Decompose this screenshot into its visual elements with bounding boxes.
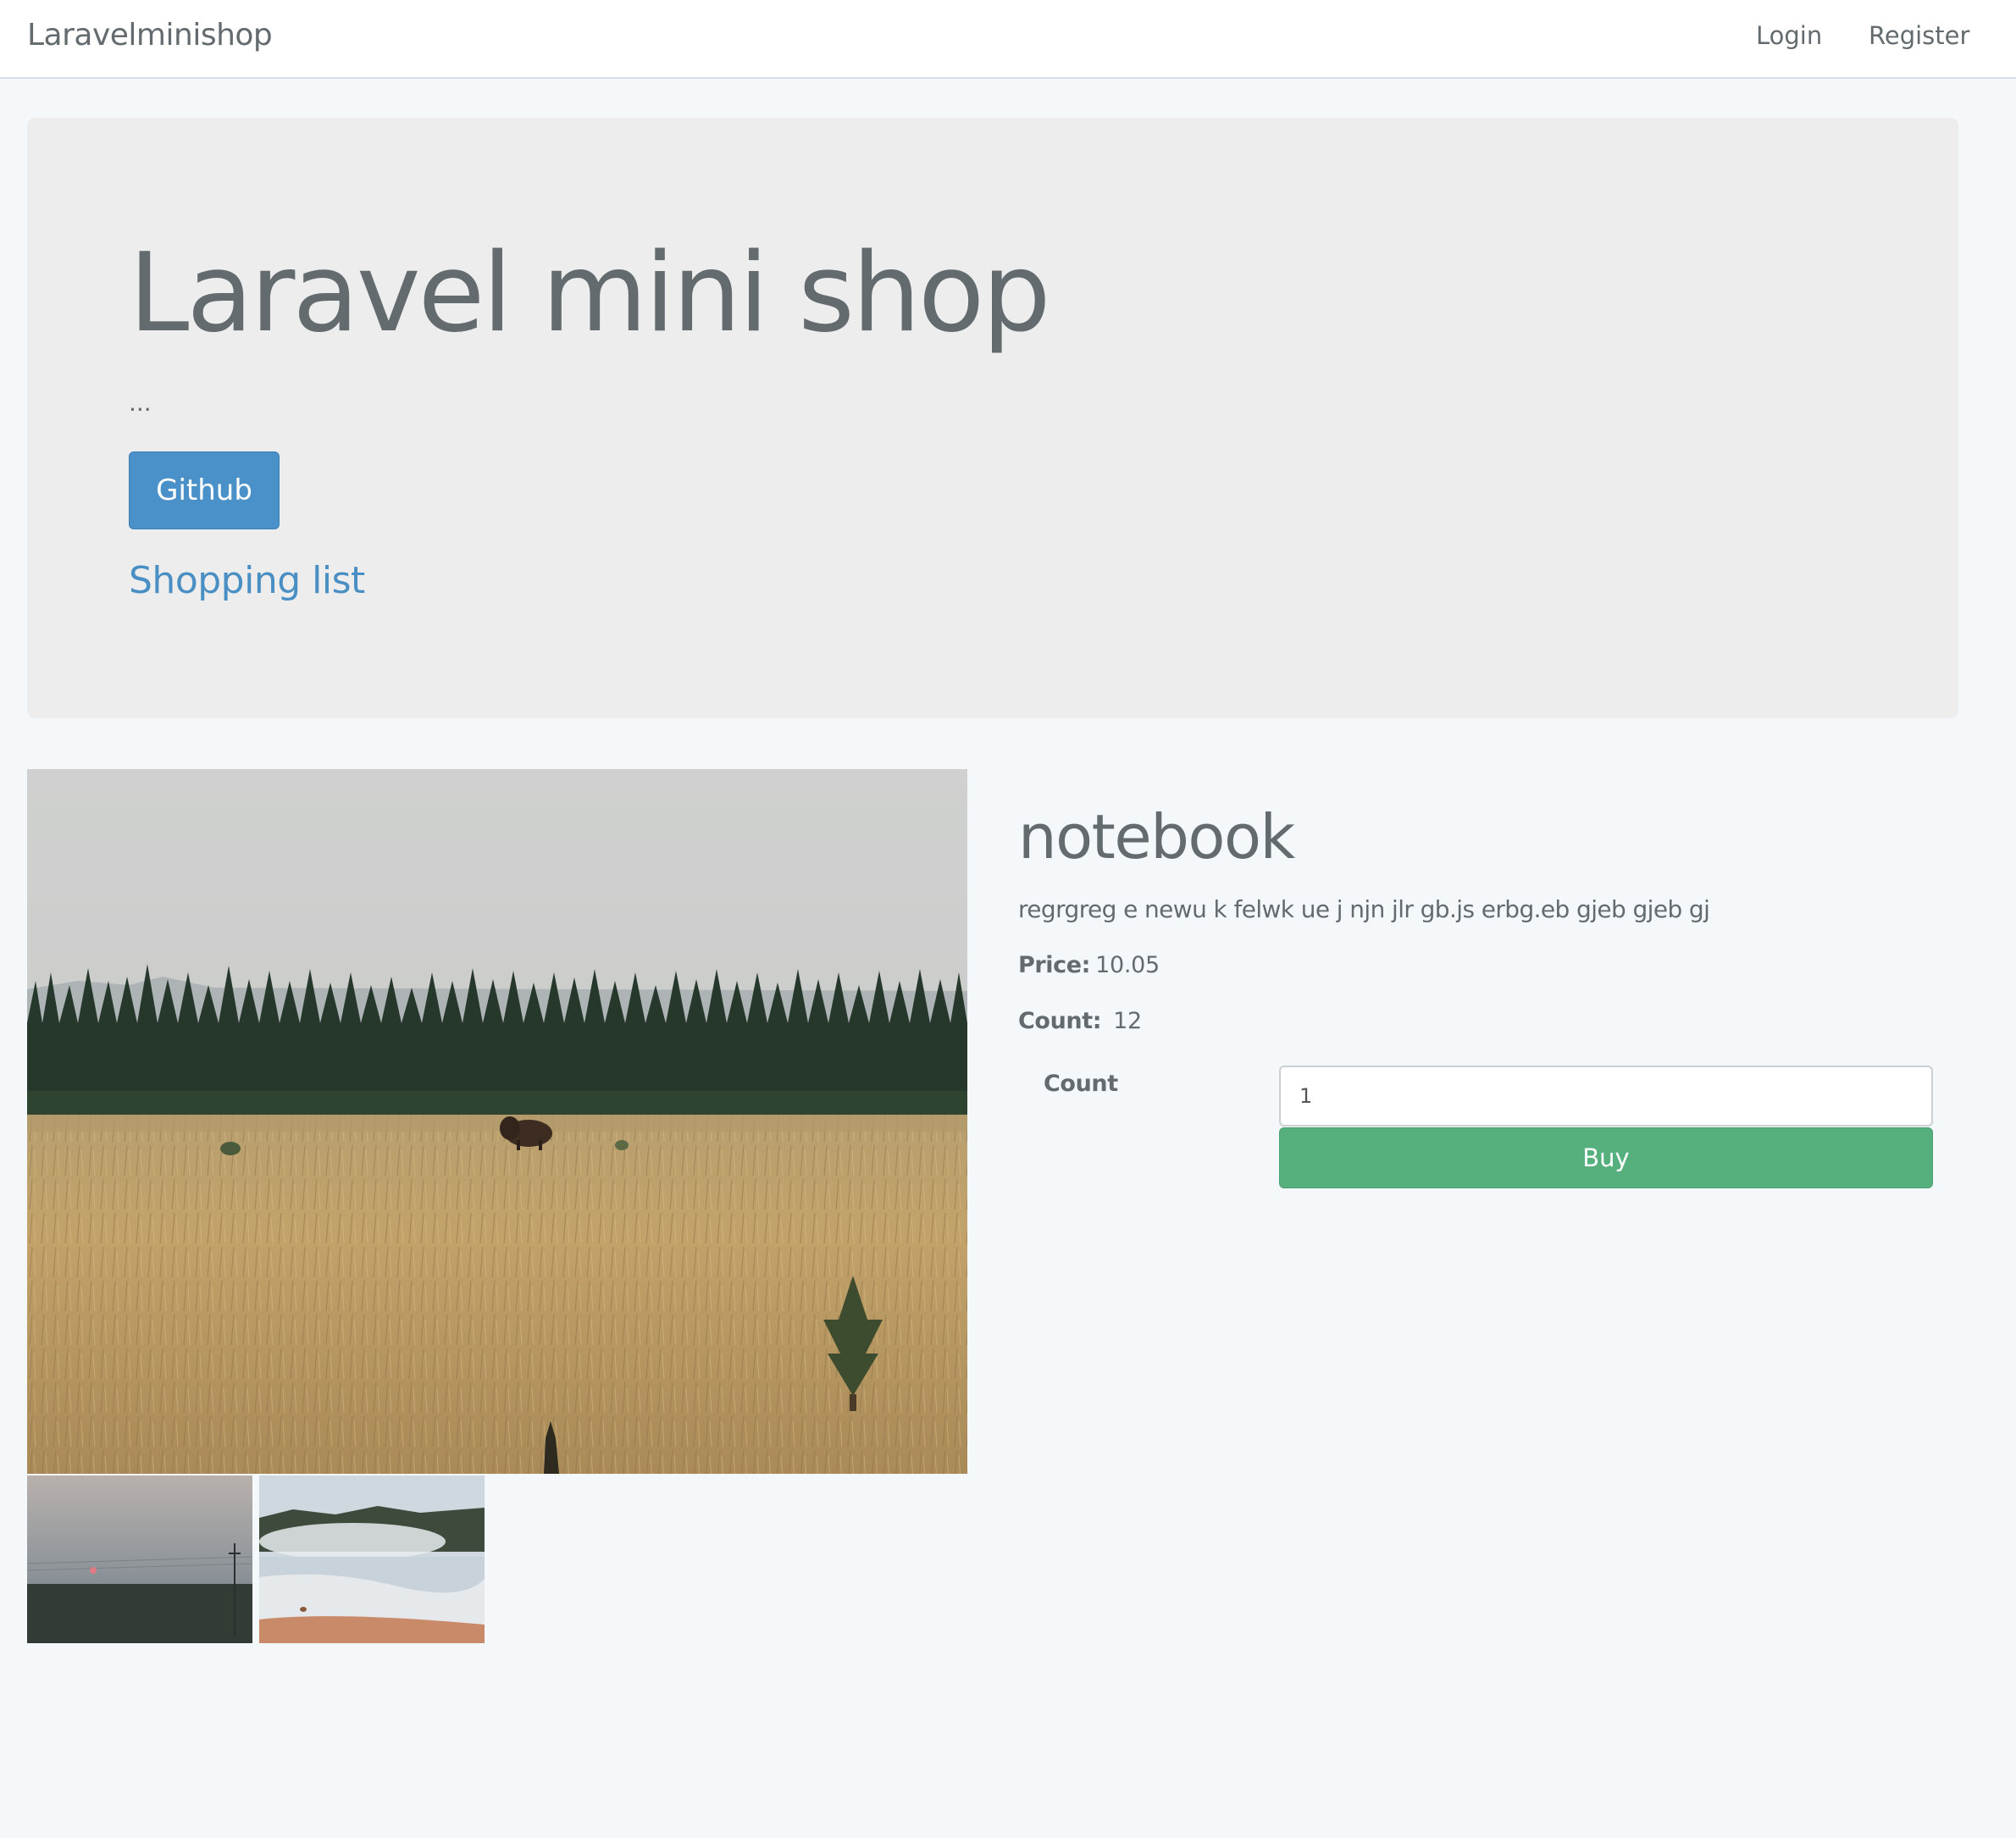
jumbotron-lead: ... [129,389,152,417]
product-thumbnail-1[interactable] [27,1475,252,1643]
register-link[interactable]: Register [1869,20,1969,51]
brand-link[interactable]: Laravelminishop [27,17,273,54]
product-price: Price: 10.05 [1018,950,1160,981]
buy-button[interactable]: Buy [1279,1127,1933,1188]
product-main-image [27,769,967,1474]
jumbotron: Laravel mini shop ... Github Shopping li… [27,118,1958,718]
product-description: regrgreg e newu k felwk ue j njn jlr gb.… [1018,895,1710,923]
count-input[interactable] [1279,1066,1933,1127]
price-value: 10.05 [1095,952,1160,978]
shopping-list-link[interactable]: Shopping list [129,558,365,604]
count-value: 12 [1113,1008,1142,1034]
github-button[interactable]: Github [129,451,280,529]
price-label: Price: [1018,952,1091,978]
product-thumbnail-2[interactable] [259,1475,485,1643]
login-link[interactable]: Login [1756,20,1822,51]
count-field-label: Count [1044,1071,1118,1097]
navbar: Laravelminishop Login Register [0,0,2016,79]
product-count: Count: 12 [1018,1006,1142,1037]
page-title: Laravel mini shop [129,230,1051,357]
product-name: notebook [1018,801,1295,872]
count-label: Count: [1018,1008,1102,1034]
